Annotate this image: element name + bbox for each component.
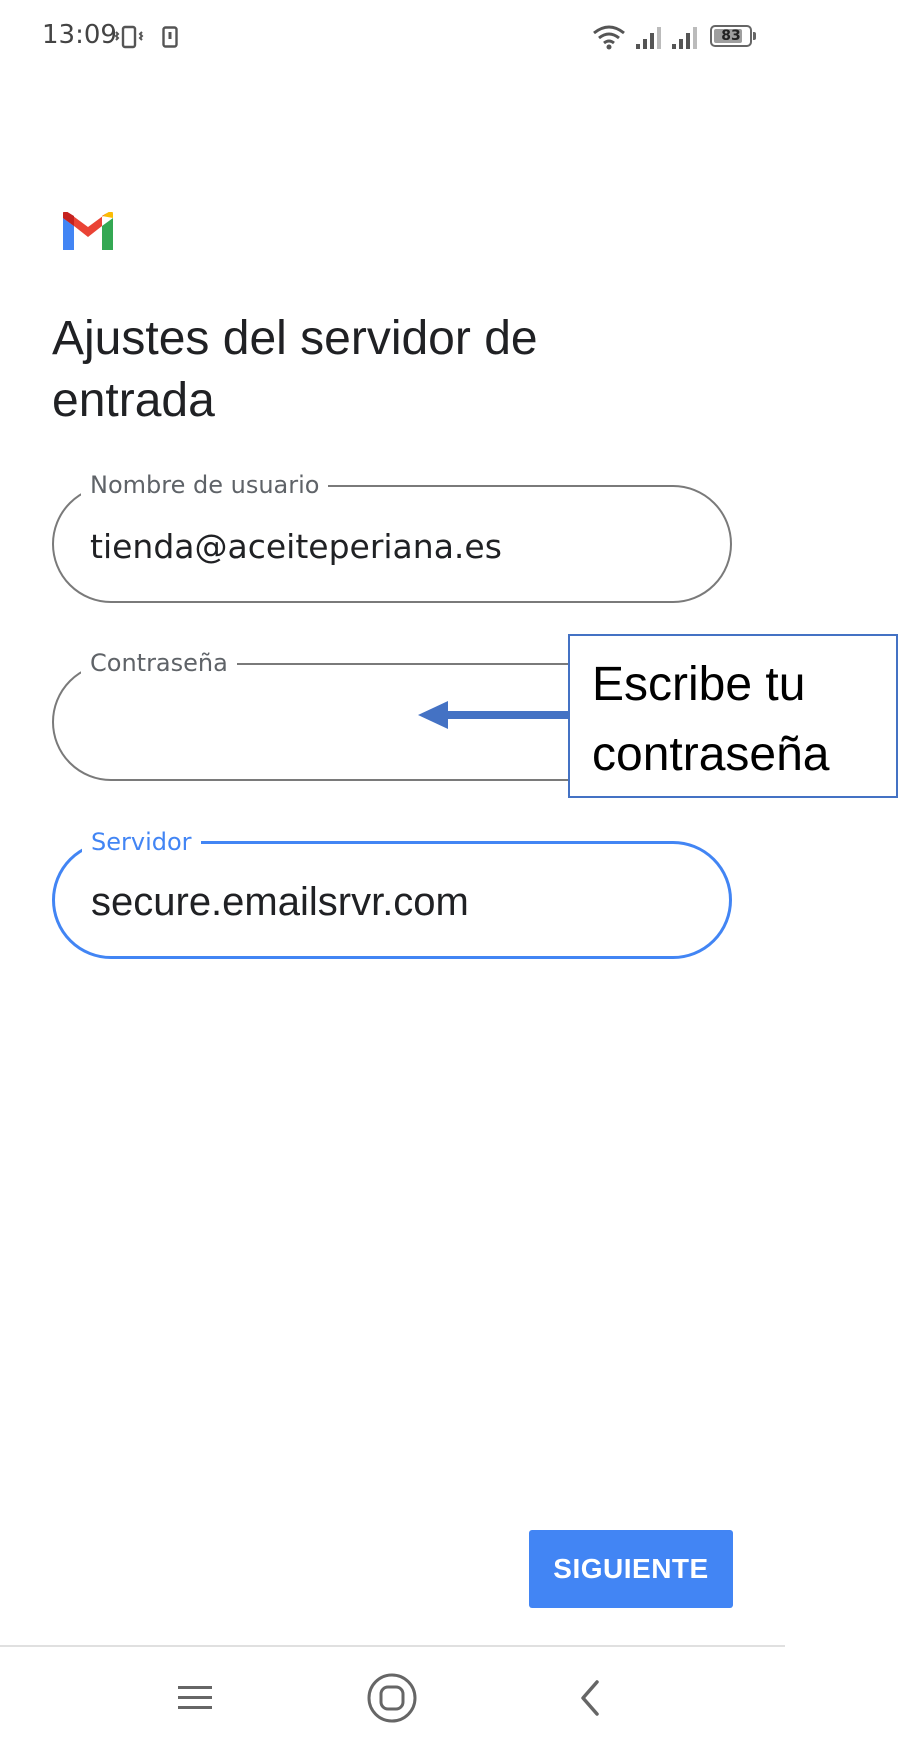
username-input[interactable]: tienda@aceiteperiana.es [90,527,502,566]
password-label: Contraseña [81,649,237,677]
home-icon [367,1673,417,1723]
server-field[interactable]: Servidor secure.emailsrvr.com [52,828,732,959]
status-time: 13:09 [42,20,117,50]
signal-icon [636,27,661,49]
nav-menu-button[interactable] [160,1668,230,1728]
server-input[interactable]: secure.emailsrvr.com [91,880,469,925]
nav-home-button[interactable] [357,1668,427,1728]
battery-tip [753,32,756,40]
username-label: Nombre de usuario [81,471,329,499]
vibrate-icon [114,25,144,49]
back-icon [581,1680,599,1716]
nav-divider [0,1645,785,1647]
status-bar: 13:09 83 [0,0,790,76]
sim-icon [162,26,178,48]
callout-arrow-icon [418,701,570,729]
callout-annotation: Escribe tu contraseña [568,634,898,798]
next-button[interactable]: SIGUIENTE [529,1530,733,1608]
username-field[interactable]: Nombre de usuario tienda@aceiteperiana.e… [52,471,732,603]
signal-icon [672,27,697,49]
page-title: Ajustes del servidor de entrada [52,312,538,427]
menu-icon [178,1686,212,1709]
battery-icon: 83 [710,25,752,47]
server-label: Servidor [82,828,201,856]
battery-level: 83 [721,28,741,44]
gmail-logo-icon [63,212,113,250]
nav-back-button[interactable] [555,1668,625,1728]
wifi-icon [593,25,625,50]
